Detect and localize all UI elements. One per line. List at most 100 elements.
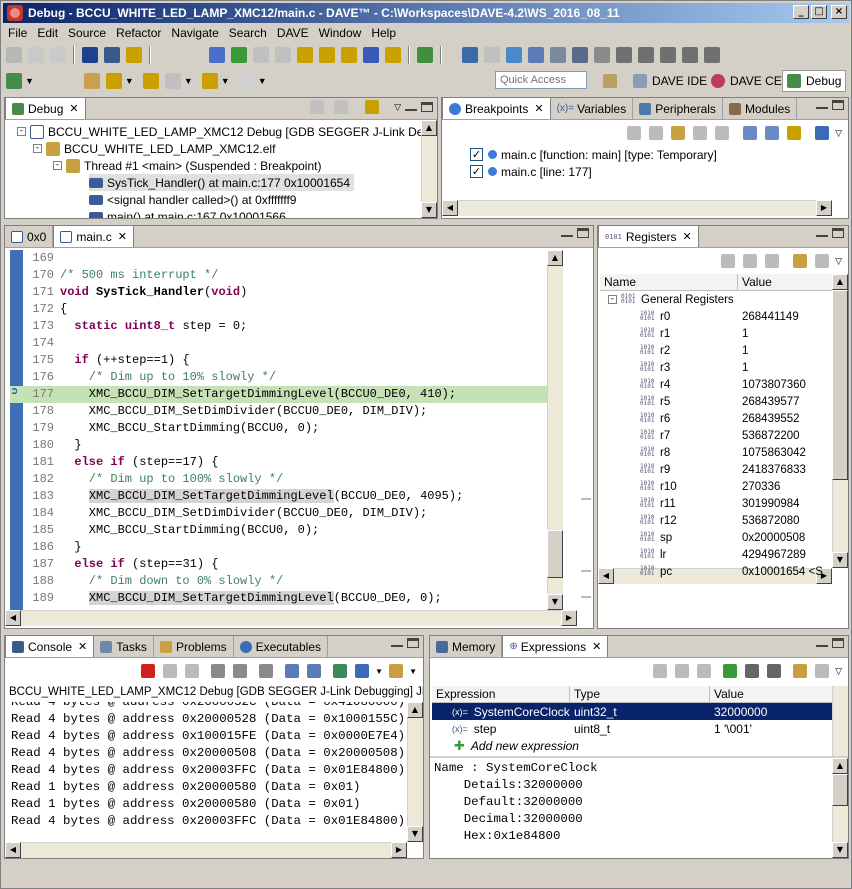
- close-icon[interactable]: ✕: [592, 640, 601, 653]
- scroll-up-icon[interactable]: ▲: [421, 120, 437, 136]
- back-arrow-icon[interactable]: [201, 73, 218, 89]
- remove-all-terminated-icon[interactable]: [185, 664, 200, 678]
- code-line[interactable]: 187 else if (step==31) {: [10, 556, 563, 573]
- terminate-icon[interactable]: [141, 664, 156, 678]
- collapse-all-icon[interactable]: [697, 664, 712, 678]
- collapse-icon[interactable]: -: [17, 127, 26, 136]
- save-all-icon[interactable]: [50, 47, 66, 63]
- tab-executables[interactable]: Executables: [234, 636, 328, 657]
- register-row[interactable]: 1010 0101 r8 1075863042: [600, 444, 832, 461]
- scroll-thumb[interactable]: [832, 774, 848, 806]
- tab-main-c[interactable]: main.c ✕: [53, 226, 134, 247]
- scroll-up-icon[interactable]: ▲: [407, 702, 423, 718]
- show-type-names-icon[interactable]: [743, 254, 758, 268]
- tab-memory[interactable]: Memory: [430, 636, 503, 657]
- console-vscroll[interactable]: ▲ ▼: [407, 702, 423, 842]
- code-line[interactable]: 176 /* Dim up to 10% slowly */: [10, 369, 563, 386]
- tree-item-elf[interactable]: - BCCU_WHITE_LED_LAMP_XMC12.elf: [33, 140, 275, 157]
- collapse-all-icon[interactable]: [765, 254, 780, 268]
- tab-debug[interactable]: Debug ✕: [5, 98, 86, 119]
- link-editor-icon[interactable]: [787, 126, 802, 140]
- column-value[interactable]: Value: [738, 274, 838, 290]
- scroll-down-icon[interactable]: ▼: [832, 552, 848, 568]
- pin-console-icon[interactable]: [333, 664, 348, 678]
- device-icon[interactable]: [682, 47, 698, 63]
- close-icon[interactable]: ✕: [683, 230, 692, 243]
- collapse-icon[interactable]: -: [33, 144, 42, 153]
- code-line[interactable]: 184 XMC_BCCU_DIM_SetDimDivider(BCCU0_DE0…: [10, 505, 563, 522]
- code-line[interactable]: 188 /* Dim down to 0% slowly */: [10, 573, 563, 590]
- remove-expression-icon[interactable]: [745, 664, 760, 678]
- forward-arrow-icon[interactable]: [238, 73, 255, 89]
- chevron-down-icon[interactable]: ▼: [184, 76, 193, 86]
- suspend-icon[interactable]: [253, 47, 269, 63]
- add-event-icon[interactable]: [815, 126, 830, 140]
- perspective-dave-ce[interactable]: DAVE CE: [707, 70, 786, 92]
- scroll-thumb[interactable]: [832, 290, 848, 480]
- maximize-view-icon[interactable]: [832, 228, 844, 238]
- perspective-debug[interactable]: Debug: [782, 70, 847, 92]
- open-perspective-button[interactable]: [599, 70, 626, 92]
- menu-refactor[interactable]: Refactor: [111, 26, 166, 40]
- tree-item-launch[interactable]: - BCCU_WHITE_LED_LAMP_XMC12 Debug [GDB S…: [17, 123, 437, 140]
- perspective-dave-ide[interactable]: DAVE IDE: [629, 70, 711, 92]
- menu-dave[interactable]: DAVE: [272, 26, 314, 40]
- go-to-file-icon[interactable]: [693, 126, 708, 140]
- scroll-lock-icon[interactable]: [233, 664, 248, 678]
- documentation-icon[interactable]: [704, 47, 720, 63]
- prev-annotation-icon[interactable]: [164, 73, 181, 89]
- console-hscroll[interactable]: ◀ ▶: [5, 842, 407, 858]
- add-new-expression-row[interactable]: ✚ Add new expression: [432, 737, 844, 754]
- scroll-thumb[interactable]: [547, 530, 563, 578]
- register-row[interactable]: 1010 0101 r5 268439577: [600, 393, 832, 410]
- tab-tasks[interactable]: Tasks: [94, 636, 154, 657]
- resume-icon[interactable]: [231, 47, 247, 63]
- restart-icon[interactable]: [385, 47, 401, 63]
- tab-peripherals[interactable]: Peripherals: [633, 98, 723, 119]
- register-row[interactable]: 1010 0101 r11 301990984: [600, 495, 832, 512]
- code-line[interactable]: 178 XMC_BCCU_DIM_SetDimDivider(BCCU0_DE0…: [10, 403, 563, 420]
- menu-window[interactable]: Window: [314, 26, 367, 40]
- show-supported-icon[interactable]: [671, 126, 686, 140]
- remove-terminated-icon[interactable]: [310, 100, 325, 114]
- menu-search[interactable]: Search: [224, 26, 272, 40]
- connect-icon[interactable]: [334, 100, 349, 114]
- minimize-view-icon[interactable]: [405, 109, 417, 111]
- chevron-down-icon[interactable]: ▼: [409, 667, 417, 676]
- new-view-icon[interactable]: [793, 664, 808, 678]
- register-row[interactable]: 1010 0101 r3 1: [600, 359, 832, 376]
- maximize-view-icon[interactable]: [407, 638, 419, 648]
- close-icon[interactable]: ✕: [534, 102, 543, 115]
- register-row[interactable]: 1010 0101 r2 1: [600, 342, 832, 359]
- minimize-view-icon[interactable]: [561, 235, 573, 237]
- code-line[interactable]: 175 if (++step==1) {: [10, 352, 563, 369]
- show-on-error-icon[interactable]: [307, 664, 322, 678]
- register-row[interactable]: 1010 0101 r0 268441149: [600, 308, 832, 325]
- tree-item-frame-systick[interactable]: SysTick_Handler() at main.c:177 0x100016…: [89, 174, 355, 191]
- register-row[interactable]: 1010 0101 r10 270336: [600, 478, 832, 495]
- skip-breakpoints-icon[interactable]: [209, 47, 225, 63]
- scroll-down-icon[interactable]: ▼: [407, 826, 423, 842]
- scroll-left-icon[interactable]: ◀: [442, 200, 458, 216]
- code-line[interactable]: 182 /* Dim up to 100% slowly */: [10, 471, 563, 488]
- skip-all-icon[interactable]: [715, 126, 730, 140]
- collapse-icon[interactable]: -: [53, 161, 62, 170]
- view-menu-chevron-icon[interactable]: ▽: [835, 666, 842, 677]
- minimize-view-icon[interactable]: [816, 235, 828, 237]
- dave-apps-icon[interactable]: [462, 47, 478, 63]
- close-icon[interactable]: ✕: [69, 102, 78, 115]
- maximize-view-icon[interactable]: [832, 638, 844, 648]
- remove-all-breakpoints-icon[interactable]: [649, 126, 664, 140]
- display-console-icon[interactable]: [355, 664, 370, 678]
- close-icon[interactable]: ✕: [78, 640, 87, 653]
- register-row[interactable]: 1010 0101 lr 4294967289: [600, 546, 832, 563]
- chevron-down-icon[interactable]: ▼: [25, 76, 34, 86]
- code-line[interactable]: 183 XMC_BCCU_DIM_SetTargetDimmingLevel(B…: [10, 488, 563, 505]
- view-menu-chevron-icon[interactable]: ▽: [835, 256, 842, 267]
- code-line[interactable]: 181 else if (step==17) {: [10, 454, 563, 471]
- register-row[interactable]: 1010 0101 r7 536872200: [600, 427, 832, 444]
- chevron-down-icon[interactable]: ▼: [221, 76, 230, 86]
- editor-vscroll[interactable]: ▲ ▼: [547, 250, 563, 610]
- code-line[interactable]: 174: [10, 335, 563, 352]
- minimize-button[interactable]: _: [793, 5, 809, 19]
